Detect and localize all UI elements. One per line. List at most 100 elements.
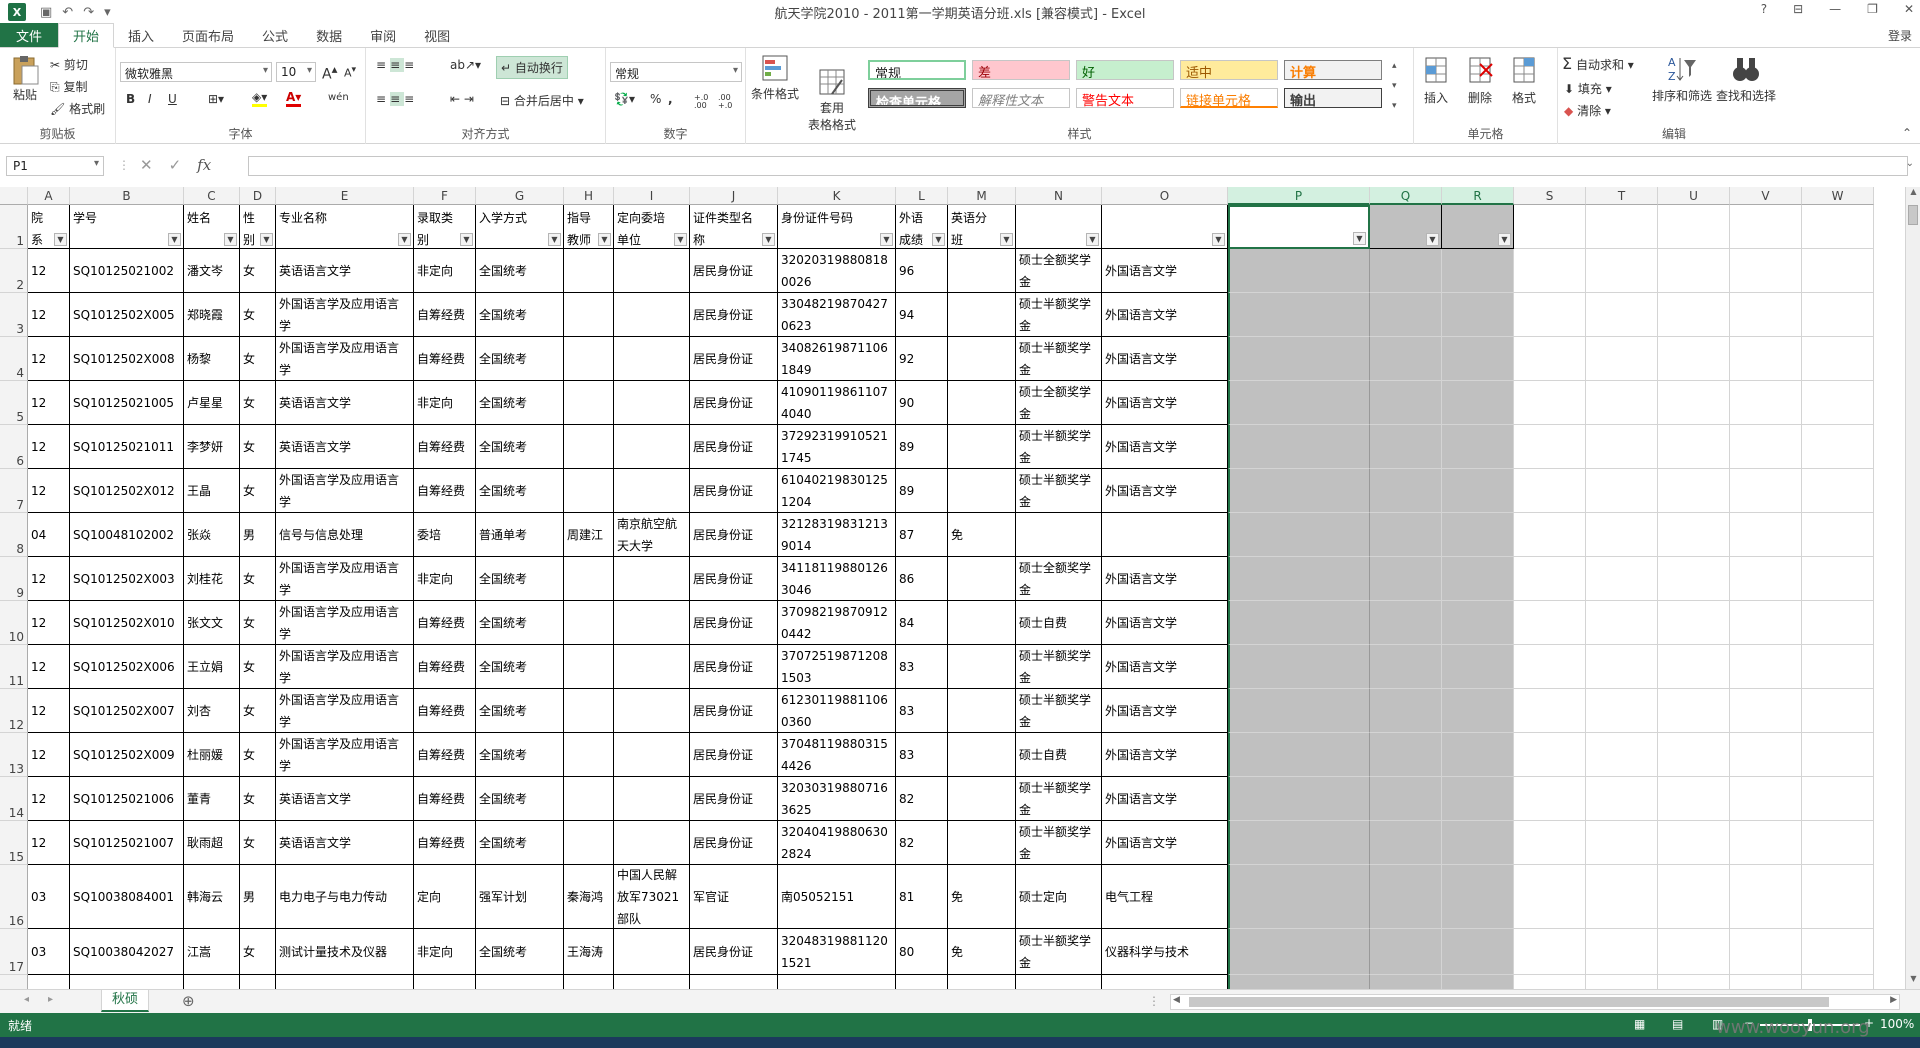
collapse-ribbon-icon[interactable]: ⌃ [1902, 126, 1912, 140]
paste-button[interactable]: 粘贴 [10, 54, 40, 103]
header-cell[interactable]: 证件类型名称 ▼ [690, 205, 778, 249]
empty-cell[interactable] [1586, 337, 1658, 381]
empty-cell[interactable] [1730, 381, 1802, 425]
empty-cell[interactable] [1802, 601, 1874, 645]
table-cell[interactable] [948, 733, 1016, 777]
table-cell[interactable]: 370725198712081503 [778, 645, 896, 689]
table-cell[interactable]: 370982198709120442 [778, 601, 896, 645]
table-cell[interactable] [614, 929, 690, 975]
table-cell[interactable]: 12 [28, 469, 70, 513]
table-cell[interactable]: 硕士全额奖学金 [1016, 381, 1102, 425]
header-cell[interactable]: 定向委培单位 ▼ [614, 205, 690, 249]
empty-cell[interactable] [1802, 293, 1874, 337]
scroll-thumb[interactable] [1908, 205, 1918, 225]
empty-cell[interactable] [1658, 513, 1730, 557]
empty-cell[interactable] [1228, 381, 1370, 425]
column-header-c[interactable]: C [184, 187, 240, 205]
header-cell[interactable]: ▼ [1102, 205, 1228, 249]
empty-cell[interactable] [1586, 821, 1658, 865]
table-cell[interactable]: 外国语言文学 [1102, 337, 1228, 381]
table-cell[interactable] [948, 777, 1016, 821]
increase-decimal-button[interactable]: +.0 .00 [694, 94, 716, 110]
style-bad[interactable]: 差 [972, 60, 1070, 80]
empty-cell[interactable] [1370, 733, 1442, 777]
table-cell[interactable]: 12 [28, 733, 70, 777]
scroll-up-icon[interactable]: ▲ [1906, 187, 1920, 202]
table-cell[interactable]: 自筹经费 [414, 293, 476, 337]
table-cell[interactable]: 潘文岑 [184, 249, 240, 293]
header-cell[interactable]: 专业名称 ▼ [276, 205, 414, 249]
table-cell[interactable] [948, 689, 1016, 733]
comma-button[interactable]: , [668, 92, 673, 106]
table-cell[interactable] [948, 249, 1016, 293]
table-cell[interactable]: 外国语言学及应用语言学 [276, 733, 414, 777]
empty-cell[interactable] [1802, 425, 1874, 469]
fill-button[interactable]: ⬇ 填充 ▾ [1564, 80, 1612, 97]
column-header-j[interactable]: J [690, 187, 778, 205]
table-cell[interactable]: SQ10038042027 [70, 929, 184, 975]
empty-cell[interactable] [1514, 249, 1586, 293]
row-header[interactable]: 7 [0, 469, 28, 513]
table-cell[interactable]: 外国语言文学 [1102, 601, 1228, 645]
row-header[interactable]: 15 [0, 821, 28, 865]
empty-cell[interactable] [1658, 601, 1730, 645]
empty-cell[interactable] [1370, 601, 1442, 645]
redo-icon[interactable]: ↷ [83, 5, 94, 20]
empty-cell[interactable] [1370, 821, 1442, 865]
table-cell[interactable]: 410901198611074040 [778, 381, 896, 425]
table-cell[interactable]: 82 [896, 821, 948, 865]
empty-cell[interactable] [1514, 733, 1586, 777]
empty-cell[interactable] [1658, 557, 1730, 601]
table-cell[interactable] [564, 777, 614, 821]
table-cell[interactable]: SQ10125021006 [70, 777, 184, 821]
empty-cell[interactable] [1730, 249, 1802, 293]
table-cell[interactable] [690, 975, 778, 989]
table-cell[interactable]: 硕士半额奖学金 [1016, 293, 1102, 337]
table-cell[interactable]: 12 [28, 689, 70, 733]
table-cell[interactable] [614, 469, 690, 513]
save-icon[interactable]: ▣ [40, 5, 52, 20]
table-cell[interactable]: 居民身份证 [690, 293, 778, 337]
ribbon-display-button[interactable]: ⊟ [1793, 2, 1803, 16]
empty-cell[interactable] [1228, 645, 1370, 689]
table-cell[interactable]: SQ10038084001 [70, 865, 184, 929]
empty-cell[interactable] [1514, 293, 1586, 337]
empty-cell[interactable] [1442, 425, 1514, 469]
header-cell[interactable]: 学号 ▼ [70, 205, 184, 249]
row-header[interactable]: 16 [0, 865, 28, 929]
empty-cell[interactable] [1730, 601, 1802, 645]
table-cell[interactable] [948, 557, 1016, 601]
table-cell[interactable]: 测试计量技术及仪器 [276, 929, 414, 975]
filter-dropdown-icon[interactable]: ▼ [224, 233, 237, 246]
table-cell[interactable]: 女 [240, 557, 276, 601]
table-cell[interactable]: 外国语言文学 [1102, 557, 1228, 601]
table-cell[interactable]: 12 [28, 249, 70, 293]
table-cell[interactable]: 居民身份证 [690, 929, 778, 975]
empty-cell[interactable] [1370, 645, 1442, 689]
filter-dropdown-icon[interactable]: ▼ [548, 233, 561, 246]
empty-cell[interactable] [1370, 293, 1442, 337]
style-good[interactable]: 好 [1076, 60, 1174, 80]
table-cell[interactable]: 女 [240, 381, 276, 425]
table-cell[interactable]: 硕士自费 [1016, 601, 1102, 645]
orientation-icon[interactable]: ab↗▾ [450, 58, 481, 72]
horizontal-scrollbar[interactable]: ◀ ▶ [1170, 994, 1900, 1010]
vertical-scrollbar[interactable]: ▲ ▼ [1905, 187, 1920, 989]
table-cell[interactable]: 刘桂花 [184, 557, 240, 601]
empty-cell[interactable] [1370, 689, 1442, 733]
row-header[interactable] [0, 975, 28, 989]
table-cell[interactable] [948, 601, 1016, 645]
table-cell[interactable]: 12 [28, 645, 70, 689]
empty-cell[interactable] [1658, 205, 1730, 249]
table-cell[interactable]: 居民身份证 [690, 337, 778, 381]
table-cell[interactable]: 自筹经费 [414, 689, 476, 733]
table-cell[interactable] [564, 601, 614, 645]
column-header-u[interactable]: U [1658, 187, 1730, 205]
empty-cell[interactable] [1228, 469, 1370, 513]
column-header-r[interactable]: R [1442, 187, 1514, 205]
empty-cell[interactable] [1442, 689, 1514, 733]
empty-cell[interactable] [1442, 601, 1514, 645]
header-cell[interactable]: 姓名 ▼ [184, 205, 240, 249]
table-cell[interactable] [564, 733, 614, 777]
table-cell[interactable]: 南京航空航天大学 [614, 513, 690, 557]
